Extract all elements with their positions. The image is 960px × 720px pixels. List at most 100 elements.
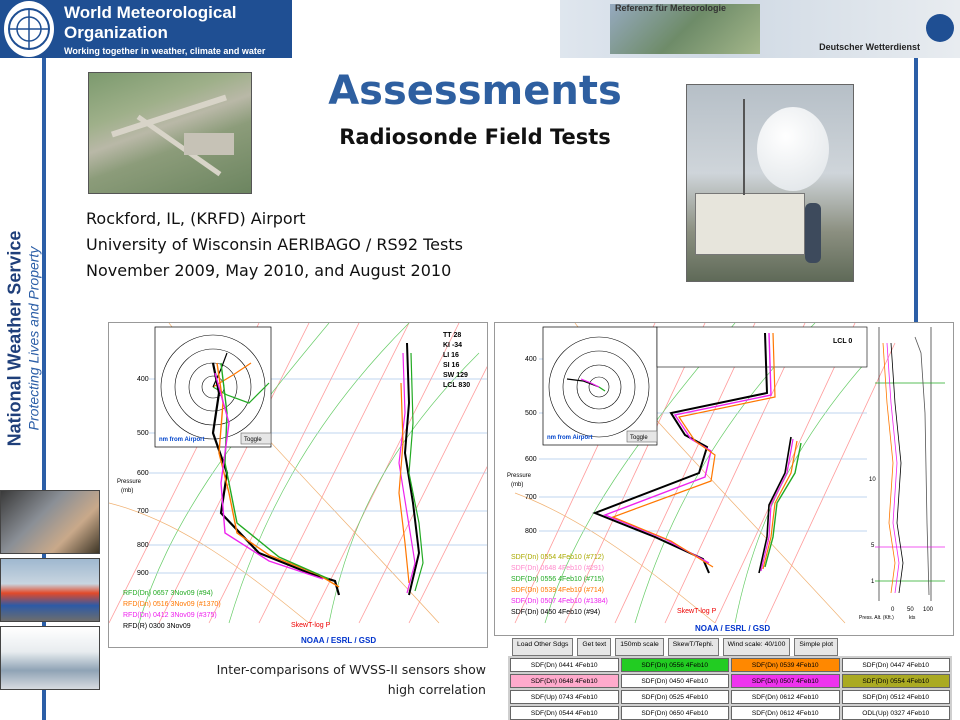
legend-entry: SDF(Dn) 0450 4Feb10 (#94) [511, 609, 600, 616]
wind-profile: 10 5 1 0 50 100 kts Press. Alt. (Kft.) [859, 327, 945, 621]
toggle-label: Toggle [244, 437, 262, 443]
legend-entry: SDF(Dn) 0539 4Feb10 (#714) [511, 587, 604, 594]
get-text-button[interactable]: Get text [577, 638, 612, 656]
nws-tagline: Protecting Lives and Property [25, 246, 42, 431]
legend-entry: RFD(Dn) 0412 3Nov09 (#375) [123, 612, 217, 619]
noaa-brand: NOAA / ESRL / GSD [301, 636, 376, 645]
wmo-subtitle: Working together in weather, climate and… [64, 45, 266, 56]
index-si: SI 16 [443, 362, 459, 369]
pressure-tick: 400 [137, 376, 149, 383]
sounding-cell[interactable]: SDF(Dn) 0441 4Feb10 [510, 658, 619, 672]
aircraft-photo [0, 558, 100, 622]
altitude-tick: 1 [871, 579, 875, 585]
index-tt: TT 28 [443, 332, 461, 339]
kts-tick: 0 [891, 607, 895, 613]
balloon-launch-photo [686, 84, 854, 282]
legend-entry: SDF(Dn) 0507 4Feb10 (#1384) [511, 598, 608, 605]
pressure-tick: 700 [525, 494, 537, 501]
sounding-cell[interactable]: SDF(Dn) 0650 4Feb10 [620, 706, 729, 720]
sounding-cell[interactable]: SDF(Dn) 0539 4Feb10 [731, 658, 840, 672]
pressure-unit: (mb) [511, 482, 523, 488]
lcl-label: LCL 0 [833, 338, 852, 345]
slide: World Meteorological Organization Workin… [0, 0, 960, 720]
pressure-tick: 500 [137, 430, 149, 437]
wmo-logo-icon [4, 1, 54, 57]
page-title: Assessments [328, 68, 622, 114]
figure-caption: Inter-comparisons of WVSS-II sensors sho… [150, 660, 486, 700]
wmo-title: World Meteorological Organization [64, 2, 237, 42]
pressure-tick: 400 [525, 356, 537, 363]
skewt-tephi-button[interactable]: SkewT/Tephi. [667, 638, 719, 656]
wmo-header: World Meteorological Organization Workin… [0, 0, 292, 58]
legend-entry: RFD(Dn) 0657 3Nov09 (#94) [123, 590, 213, 597]
sounding-cell[interactable]: SDF(Dn) 0554 4Feb10 [841, 674, 950, 688]
sounding-cell[interactable]: SDF(Up) 0743 4Feb10 [510, 690, 619, 704]
sounding-cell[interactable]: SDF(Dn) 0612 4Feb10 [731, 690, 840, 704]
legend-entry: RFD(R) 0300 3Nov09 [123, 623, 191, 630]
pressure-axis-label: Pressure [507, 473, 532, 479]
sounding-cell[interactable]: SDF(Dn) 0556 4Feb10 [620, 658, 729, 672]
info-line-location: Rockford, IL, (KRFD) Airport [86, 209, 306, 228]
sounding-cell[interactable]: SDF(Dn) 0447 4Feb10 [841, 658, 950, 672]
altitude-tick: 10 [869, 477, 876, 483]
sounding-cell[interactable]: SDF(Dn) 0612 4Feb10 [731, 706, 840, 720]
index-lcl: LCL 830 [443, 382, 470, 389]
nws-org: National Weather Service [4, 230, 25, 447]
sounding-cell[interactable]: SDF(Dn) 0544 4Feb10 [510, 706, 619, 720]
caption-line-2: high correlation [387, 682, 486, 697]
index-ki: KI -34 [443, 342, 462, 349]
test-info: Rockford, IL, (KRFD) Airport University … [86, 206, 463, 284]
legend-left: RFD(Dn) 0657 3Nov09 (#94) RFD(Dn) 0516 3… [123, 590, 221, 630]
kts-tick: 100 [923, 607, 934, 613]
kts-tick: 50 [907, 607, 914, 613]
pressure-unit: (mb) [121, 488, 133, 494]
dwd-logo-icon [926, 14, 954, 42]
balloon [757, 107, 829, 191]
legend-right: SDF(Dn) 0554 4Feb10 (#712) SDF(Dn) 0648 … [511, 554, 608, 616]
hodograph-right: nm from Airport Toggle [542, 326, 658, 446]
kts-label: kts [909, 615, 916, 621]
index-sw: SW 129 [443, 372, 468, 379]
pressure-tick: 700 [137, 508, 149, 515]
pressure-tick: 600 [137, 470, 149, 477]
caption-line-1: Inter-comparisons of WVSS-II sensors sho… [216, 662, 486, 677]
simple-plot-button[interactable]: Simple plot [794, 638, 838, 656]
sounding-cell[interactable]: SDF(Dn) 0648 4Feb10 [510, 674, 619, 688]
altitude-label: Press. Alt. (Kft.) [859, 615, 894, 621]
sounding-cell[interactable]: ODL(Up) 0327 4Feb10 [841, 706, 950, 720]
sounding-cell[interactable]: SDF(Dn) 0525 4Feb10 [620, 690, 729, 704]
hodograph-caption: nm from Airport [159, 437, 204, 443]
sounding-cell[interactable]: SDF(Dn) 0507 4Feb10 [731, 674, 840, 688]
legend-entry: SDF(Dn) 0648 4Feb10 (#291) [511, 565, 604, 572]
pressure-tick: 900 [137, 570, 149, 577]
legend-entry: RFD(Dn) 0516 3Nov09 (#1370) [123, 601, 221, 608]
wind-scale-button[interactable]: Wind scale: 40/100 [722, 638, 791, 656]
hodograph-caption: nm from Airport [547, 435, 592, 441]
pressure-tick: 800 [525, 528, 537, 535]
legend-entry: SDF(Dn) 0554 4Feb10 (#712) [511, 554, 604, 561]
aeribago-van [695, 193, 805, 255]
pressure-tick: 500 [525, 410, 537, 417]
left-photo-strip [0, 490, 100, 694]
equipment-photo [0, 626, 100, 690]
dwd-header: Referenz für Meteorologie Deutscher Wett… [560, 0, 960, 58]
pressure-tick: 800 [137, 542, 149, 549]
skewt-left: 400 500 600 700 800 900 Pressure (mb) nm… [108, 322, 488, 648]
legend-entry: SDF(Dn) 0556 4Feb10 (#715) [511, 576, 604, 583]
scale-150mb-button[interactable]: 150mb scale [615, 638, 664, 656]
skewt-caption: SkewT-log P [291, 622, 331, 629]
sounding-cell[interactable]: SDF(Dn) 0450 4Feb10 [620, 674, 729, 688]
stability-indices: TT 28 KI -34 LI 16 SI 16 SW 129 LCL 830 [443, 332, 470, 389]
toggle-label: Toggle [630, 435, 648, 441]
page-subtitle: Radiosonde Field Tests [339, 125, 611, 149]
skewt-right: 400 500 600 700 800 Pressure (mb) nm fro… [494, 322, 954, 636]
sensor-photo [0, 490, 100, 554]
airport-photo [88, 72, 252, 194]
dwd-name: Deutscher Wetterdienst [819, 42, 920, 52]
load-other-soundings-button[interactable]: Load Other Sdgs [512, 638, 574, 656]
index-li: LI 16 [443, 352, 459, 359]
sounding-toolbar: Load Other Sdgs Get text 150mb scale Ske… [508, 638, 952, 656]
noaa-brand: NOAA / ESRL / GSD [695, 624, 770, 633]
sounding-cell[interactable]: SDF(Dn) 0512 4Feb10 [841, 690, 950, 704]
skewt-caption: SkewT-log P [677, 608, 717, 615]
